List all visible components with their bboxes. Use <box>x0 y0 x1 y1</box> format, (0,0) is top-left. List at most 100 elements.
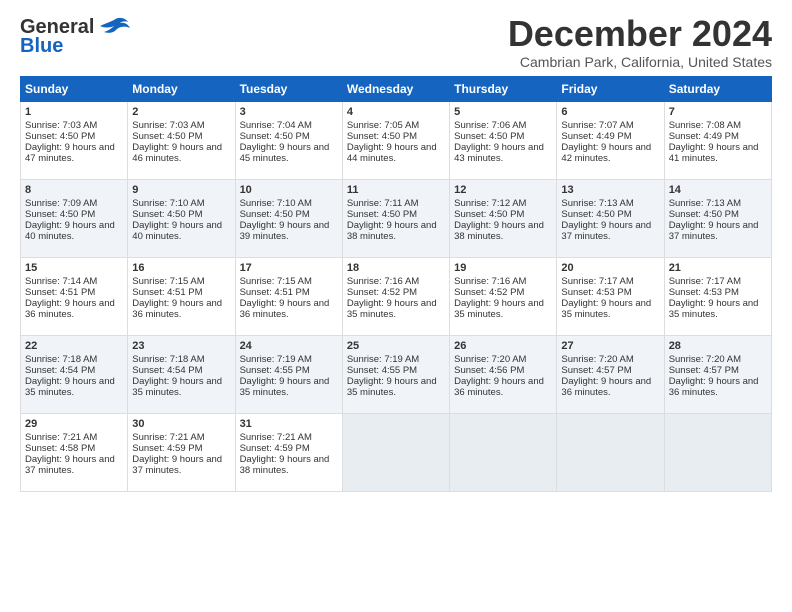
table-row: 28 Sunrise: 7:20 AMSunset: 4:57 PMDayligh… <box>664 336 771 414</box>
table-row: 15Sunrise: 7:14 AMSunset: 4:51 PMDayligh… <box>21 258 128 336</box>
header-monday: Monday <box>128 77 235 102</box>
sunset: Sunset: 4:58 PM <box>25 443 95 454</box>
sunrise: Sunrise: 7:19 AM <box>240 354 312 365</box>
sunset: Sunset: 4:50 PM <box>347 209 417 220</box>
sunrise: Sunrise: 7:18 AM <box>25 354 97 365</box>
sunrise: Sunrise: 7:15 AM <box>132 276 204 287</box>
day-number: 16 <box>132 262 230 274</box>
day-number: 1 <box>25 106 123 118</box>
daylight: Daylight: 9 hours and 35 minutes. <box>347 376 437 398</box>
header-thursday: Thursday <box>450 77 557 102</box>
sunrise: Sunrise: 7:09 AM <box>25 198 97 209</box>
sunrise: Sunrise: 7:17 AM <box>669 276 741 287</box>
sunrise: Sunrise: 7:14 AM <box>25 276 97 287</box>
table-row: 11 Sunrise: 7:11 AMSunset: 4:50 PMDayligh… <box>342 180 449 258</box>
sunrise: Sunrise: 7:03 AM <box>25 120 97 131</box>
table-row <box>450 414 557 492</box>
sunset: Sunset: 4:50 PM <box>240 131 310 142</box>
table-row <box>342 414 449 492</box>
main-container: General Blue December 2024 Cambrian Park… <box>0 0 792 502</box>
sunset: Sunset: 4:50 PM <box>561 209 631 220</box>
daylight: Daylight: 9 hours and 36 minutes. <box>561 376 651 398</box>
table-row: 27Sunrise: 7:20 AMSunset: 4:57 PMDayligh… <box>557 336 664 414</box>
table-row: 23Sunrise: 7:18 AMSunset: 4:54 PMDayligh… <box>128 336 235 414</box>
calendar-week-2: 8Sunrise: 7:09 AMSunset: 4:50 PMDaylight… <box>21 180 772 258</box>
sunset: Sunset: 4:50 PM <box>240 209 310 220</box>
daylight: Daylight: 9 hours and 40 minutes. <box>132 220 222 242</box>
header-sunday: Sunday <box>21 77 128 102</box>
logo-text-blue: Blue <box>20 36 63 56</box>
day-number: 31 <box>240 418 338 430</box>
daylight: Daylight: 9 hours and 46 minutes. <box>132 142 222 164</box>
day-number: 29 <box>25 418 123 430</box>
daylight: Daylight: 9 hours and 35 minutes. <box>561 298 651 320</box>
table-row: 12Sunrise: 7:12 AMSunset: 4:50 PMDayligh… <box>450 180 557 258</box>
table-row: 16Sunrise: 7:15 AMSunset: 4:51 PMDayligh… <box>128 258 235 336</box>
table-row: 6Sunrise: 7:07 AMSunset: 4:49 PMDaylight… <box>557 102 664 180</box>
logo-text-general: General <box>20 17 94 37</box>
sunrise: Sunrise: 7:16 AM <box>454 276 526 287</box>
day-number: 19 <box>454 262 552 274</box>
sunrise: Sunrise: 7:06 AM <box>454 120 526 131</box>
sunset: Sunset: 4:50 PM <box>347 131 417 142</box>
sunset: Sunset: 4:53 PM <box>669 287 739 298</box>
sunset: Sunset: 4:57 PM <box>669 365 739 376</box>
daylight: Daylight: 9 hours and 36 minutes. <box>454 376 544 398</box>
table-row: 29Sunrise: 7:21 AMSunset: 4:58 PMDayligh… <box>21 414 128 492</box>
table-row: 7Sunrise: 7:08 AMSunset: 4:49 PMDaylight… <box>664 102 771 180</box>
table-row: 10Sunrise: 7:10 AMSunset: 4:50 PMDayligh… <box>235 180 342 258</box>
daylight: Daylight: 9 hours and 37 minutes. <box>561 220 651 242</box>
day-number: 24 <box>240 340 338 352</box>
daylight: Daylight: 9 hours and 38 minutes. <box>347 220 437 242</box>
day-number: 18 <box>347 262 445 274</box>
day-number: 20 <box>561 262 659 274</box>
sunset: Sunset: 4:55 PM <box>240 365 310 376</box>
header-friday: Friday <box>557 77 664 102</box>
daylight: Daylight: 9 hours and 38 minutes. <box>454 220 544 242</box>
table-row: 31Sunrise: 7:21 AMSunset: 4:59 PMDayligh… <box>235 414 342 492</box>
daylight: Daylight: 9 hours and 35 minutes. <box>132 376 222 398</box>
daylight: Daylight: 9 hours and 35 minutes. <box>240 376 330 398</box>
sunset: Sunset: 4:50 PM <box>454 209 524 220</box>
calendar-week-5: 29Sunrise: 7:21 AMSunset: 4:58 PMDayligh… <box>21 414 772 492</box>
sunrise: Sunrise: 7:18 AM <box>132 354 204 365</box>
day-number: 10 <box>240 184 338 196</box>
table-row: 20Sunrise: 7:17 AMSunset: 4:53 PMDayligh… <box>557 258 664 336</box>
sunset: Sunset: 4:51 PM <box>25 287 95 298</box>
header-wednesday: Wednesday <box>342 77 449 102</box>
sunrise: Sunrise: 7:11 AM <box>347 198 419 209</box>
table-row: 19Sunrise: 7:16 AMSunset: 4:52 PMDayligh… <box>450 258 557 336</box>
day-number: 28 <box>669 340 767 352</box>
table-row: 1Sunrise: 7:03 AMSunset: 4:50 PMDaylight… <box>21 102 128 180</box>
sunrise: Sunrise: 7:16 AM <box>347 276 419 287</box>
sunrise: Sunrise: 7:20 AM <box>669 354 741 365</box>
sunrise: Sunrise: 7:05 AM <box>347 120 419 131</box>
day-number: 6 <box>561 106 659 118</box>
header-saturday: Saturday <box>664 77 771 102</box>
sunrise: Sunrise: 7:21 AM <box>240 432 312 443</box>
sunset: Sunset: 4:56 PM <box>454 365 524 376</box>
day-number: 25 <box>347 340 445 352</box>
daylight: Daylight: 9 hours and 35 minutes. <box>25 376 115 398</box>
calendar-week-1: 1Sunrise: 7:03 AMSunset: 4:50 PMDaylight… <box>21 102 772 180</box>
sunrise: Sunrise: 7:12 AM <box>454 198 526 209</box>
daylight: Daylight: 9 hours and 36 minutes. <box>240 298 330 320</box>
daylight: Daylight: 9 hours and 47 minutes. <box>25 142 115 164</box>
calendar-header-row: Sunday Monday Tuesday Wednesday Thursday… <box>21 77 772 102</box>
sunset: Sunset: 4:54 PM <box>132 365 202 376</box>
day-number: 21 <box>669 262 767 274</box>
daylight: Daylight: 9 hours and 36 minutes. <box>25 298 115 320</box>
header: General Blue December 2024 Cambrian Park… <box>20 16 772 70</box>
table-row: 13Sunrise: 7:13 AMSunset: 4:50 PMDayligh… <box>557 180 664 258</box>
sunset: Sunset: 4:55 PM <box>347 365 417 376</box>
sunrise: Sunrise: 7:15 AM <box>240 276 312 287</box>
sunrise: Sunrise: 7:20 AM <box>454 354 526 365</box>
day-number: 4 <box>347 106 445 118</box>
table-row <box>557 414 664 492</box>
day-number: 11 <box>347 184 445 196</box>
daylight: Daylight: 9 hours and 44 minutes. <box>347 142 437 164</box>
daylight: Daylight: 9 hours and 36 minutes. <box>669 376 759 398</box>
sunset: Sunset: 4:50 PM <box>132 209 202 220</box>
table-row: 21Sunrise: 7:17 AMSunset: 4:53 PMDayligh… <box>664 258 771 336</box>
calendar-week-4: 22Sunrise: 7:18 AMSunset: 4:54 PMDayligh… <box>21 336 772 414</box>
